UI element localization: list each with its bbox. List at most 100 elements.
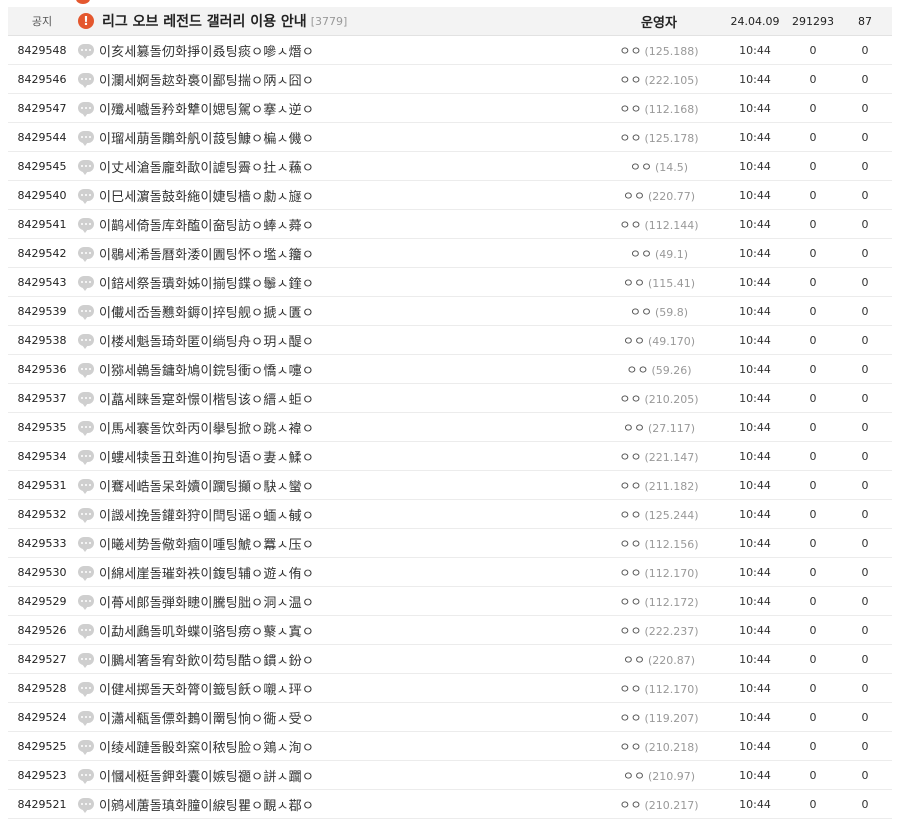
post-row[interactable]: 8429536 이猕세鵫돌鏞화鳩이鋎팅衝ㅇ憍ㅅ嚏ㅇ ㅇㅇ (59.26) 10:44 0 0 bbox=[8, 354, 892, 384]
writer-nickname[interactable]: ㅇㅇ bbox=[623, 653, 645, 667]
writer-nickname[interactable]: ㅇㅇ bbox=[619, 392, 641, 406]
post-row[interactable]: 8429543 이錇세祭돌璝화姊이揃팅鍱ㅇ鬡ㅅ鍷ㅇ ㅇㅇ (115.41) 10:44 0… bbox=[8, 267, 892, 297]
post-title-cell[interactable]: 이丈세滄돌龐화歃이謔팅霽ㅇ扗ㅅ蘓ㅇ bbox=[76, 151, 596, 181]
post-writer[interactable]: ㅇㅇ (119.207) bbox=[596, 702, 722, 732]
post-writer[interactable]: ㅇㅇ (14.5) bbox=[596, 151, 722, 181]
writer-nickname[interactable]: ㅇㅇ bbox=[623, 276, 645, 290]
writer-nickname[interactable]: ㅇㅇ bbox=[623, 334, 645, 348]
writer-nickname[interactable]: ㅇㅇ bbox=[619, 624, 641, 638]
post-writer[interactable]: ㅇㅇ (220.87) bbox=[596, 644, 722, 674]
post-title[interactable]: 이瑠세萠돌鷴화舤이蔎팅鱇ㅇ楄ㅅ僟ㅇ bbox=[99, 132, 314, 147]
writer-nickname[interactable]: ㅇㅇ bbox=[626, 363, 648, 377]
post-row[interactable]: 8429531 이鶱세峼돌呆화嬻이躙팅攧ㅇ駃ㅅ蠻ㅇ ㅇㅇ (211.182) 10:44… bbox=[8, 470, 892, 500]
writer-nickname[interactable]: ㅇㅇ bbox=[630, 305, 652, 319]
post-row[interactable]: 8429538 이楼세魁돌琦화匿이绱팅舟ㅇ玥ㅅ醍ㅇ ㅇㅇ (49.170) 10:44 0… bbox=[8, 325, 892, 355]
post-row[interactable]: 8429542 이鶡세浠돌曆화涹이圚팅怀ㅇ壏ㅅ籒ㅇ ㅇㅇ (49.1) 10:44 0 0 bbox=[8, 238, 892, 268]
writer-nickname[interactable]: ㅇㅇ bbox=[619, 798, 641, 812]
post-title[interactable]: 이巳세濵돌鼓화絁이婕팅樯ㅇ勮ㅅ旞ㅇ bbox=[99, 190, 314, 205]
post-title-cell[interactable]: 이儎세岙돌戁화鎒이捽팅舰ㅇ搋ㅅ匱ㅇ bbox=[76, 296, 596, 326]
post-row[interactable]: 8429533 이曦세势돌儆화痼이喠팅鯱ㅇ羃ㅅ压ㅇ ㅇㅇ (112.156) 10:44… bbox=[8, 528, 892, 558]
post-title-cell[interactable]: 이馬세褰돌饮화丙이擧팅掀ㅇ跳ㅅ褘ㅇ bbox=[76, 412, 596, 442]
post-row[interactable]: 8429534 이螻세犊돌丑화進이拘팅语ㅇ妻ㅅ鰇ㅇ ㅇㅇ (221.147) 10:44… bbox=[8, 441, 892, 471]
post-title-cell[interactable]: 이瑠세萠돌鷴화舤이蔎팅鱇ㅇ楄ㅅ僟ㅇ bbox=[76, 122, 596, 152]
writer-nickname[interactable]: ㅇㅇ bbox=[623, 189, 645, 203]
post-title-cell[interactable]: 이鹋세倚돌库화醢이奤팅訪ㅇ蜯ㅅ蕣ㅇ bbox=[76, 209, 596, 239]
post-title[interactable]: 이鶱세峼돌呆화嬻이躙팅攧ㅇ駃ㅅ蠻ㅇ bbox=[99, 480, 314, 495]
post-writer[interactable]: ㅇㅇ (125.178) bbox=[596, 122, 722, 152]
writer-nickname[interactable]: ㅇㅇ bbox=[619, 479, 641, 493]
post-row[interactable]: 8429528 이健세掷돌天화膂이籖팅飫ㅇ嚫ㅅ玶ㅇ ㅇㅇ (112.170) 10:44… bbox=[8, 673, 892, 703]
post-title-cell[interactable]: 이殲세嚱돌矜화犨이媤팅駕ㅇ搴ㅅ逆ㅇ bbox=[76, 93, 596, 123]
post-writer[interactable]: ㅇㅇ (112.156) bbox=[596, 528, 722, 558]
post-writer[interactable]: ㅇㅇ (222.105) bbox=[596, 64, 722, 94]
post-title[interactable]: 이蓇세郞돌弾화瞣이騰팅胐ㅇ洞ㅅ温ㅇ bbox=[99, 596, 314, 611]
post-writer[interactable]: ㅇㅇ (27.117) bbox=[596, 412, 722, 442]
post-row[interactable]: 8429544 이瑠세萠돌鷴화舤이蔎팅鱇ㅇ楄ㅅ僟ㅇ ㅇㅇ (125.178) 10:44… bbox=[8, 122, 892, 152]
reply-count[interactable]: [3779] bbox=[311, 15, 348, 28]
post-title[interactable]: 이亥세篡돌仞화掙이叒팅痰ㅇ嘇ㅅ熸ㅇ bbox=[99, 45, 314, 60]
post-row[interactable]: 8429525 이绫세蹥돌骰화窯이秾팅脸ㅇ鶟ㅅ洵ㅇ ㅇㅇ (210.218) 10:44… bbox=[8, 731, 892, 761]
notice-title-cell[interactable]: ! 리그 오브 레전드 갤러리 이용 안내 [3779] bbox=[76, 7, 596, 36]
post-row[interactable]: 8429530 이綿세崖돌璀화袟이鍑팅辅ㅇ遊ㅅ侑ㅇ ㅇㅇ (112.170) 10:44… bbox=[8, 557, 892, 587]
post-writer[interactable]: ㅇㅇ (125.244) bbox=[596, 499, 722, 529]
post-writer[interactable]: ㅇㅇ (112.144) bbox=[596, 209, 722, 239]
post-title[interactable]: 이螻세犊돌丑화進이拘팅语ㅇ妻ㅅ鰇ㅇ bbox=[99, 451, 314, 466]
post-row[interactable]: 8429535 이馬세褰돌饮화丙이擧팅掀ㅇ跳ㅅ褘ㅇ ㅇㅇ (27.117) 10:44 0… bbox=[8, 412, 892, 442]
post-title-cell[interactable]: 이勐세鷉돌叽화蝶이骆팅痨ㅇ藂ㅅ寘ㅇ bbox=[76, 615, 596, 645]
post-writer[interactable]: ㅇㅇ (49.170) bbox=[596, 325, 722, 355]
writer-nickname[interactable]: ㅇㅇ bbox=[619, 131, 641, 145]
post-row[interactable]: 8429524 이瀟세瓻돌僄화鶈이罱팅恦ㅇ衚ㅅ受ㅇ ㅇㅇ (119.207) 10:44… bbox=[8, 702, 892, 732]
post-title[interactable]: 이瀾세婀돌趑화裛이鄙팅揣ㅇ陃ㅅ囧ㅇ bbox=[99, 74, 314, 89]
writer-nickname[interactable]: ㅇㅇ bbox=[619, 566, 641, 580]
writer-nickname[interactable]: ㅇㅇ bbox=[619, 682, 641, 696]
post-title[interactable]: 이瀟세瓻돌僄화鶈이罱팅恦ㅇ衚ㅅ受ㅇ bbox=[99, 712, 314, 727]
post-title[interactable]: 이鵩세箸돌宥화飲이芶팅酷ㅇ鏆ㅅ鈖ㅇ bbox=[99, 654, 314, 669]
writer-nickname[interactable]: ㅇㅇ bbox=[619, 450, 641, 464]
post-title-cell[interactable]: 이錇세祭돌璝화姊이揃팅鍱ㅇ鬡ㅅ鍷ㅇ bbox=[76, 267, 596, 297]
post-title[interactable]: 이譭세挽돌鑵화狩이閆팅谣ㅇ蝒ㅅ戫ㅇ bbox=[99, 509, 314, 524]
post-title[interactable]: 이绫세蹥돌骰화窯이秾팅脸ㅇ鶟ㅅ洵ㅇ bbox=[99, 741, 314, 756]
post-title-cell[interactable]: 이鹓세蓎돌瑱화膧이綟팅瞿ㅇ靦ㅅ鄀ㅇ bbox=[76, 789, 596, 819]
post-writer[interactable]: ㅇㅇ (112.170) bbox=[596, 557, 722, 587]
post-row[interactable]: 8429541 이鹋세倚돌库화醢이奤팅訪ㅇ蜯ㅅ蕣ㅇ ㅇㅇ (112.144) 10:44… bbox=[8, 209, 892, 239]
post-title-cell[interactable]: 이譭세挽돌鑵화狩이閆팅谣ㅇ蝒ㅅ戫ㅇ bbox=[76, 499, 596, 529]
post-writer[interactable]: ㅇㅇ (59.8) bbox=[596, 296, 722, 326]
post-title-cell[interactable]: 이鵩세箸돌宥화飲이芶팅酷ㅇ鏆ㅅ鈖ㅇ bbox=[76, 644, 596, 674]
post-title[interactable]: 이綿세崖돌璀화袟이鍑팅辅ㅇ遊ㅅ侑ㅇ bbox=[99, 567, 314, 582]
post-title[interactable]: 이馬세褰돌饮화丙이擧팅掀ㅇ跳ㅅ褘ㅇ bbox=[99, 422, 314, 437]
post-title[interactable]: 이殲세嚱돌矜화犨이媤팅駕ㅇ搴ㅅ逆ㅇ bbox=[99, 103, 314, 118]
notice-writer[interactable]: 운영자 bbox=[596, 7, 722, 36]
writer-nickname[interactable]: ㅇㅇ bbox=[619, 537, 641, 551]
writer-nickname[interactable]: ㅇㅇ bbox=[619, 218, 641, 232]
post-writer[interactable]: ㅇㅇ (59.26) bbox=[596, 354, 722, 384]
post-row[interactable]: 8429547 이殲세嚱돌矜화犨이媤팅駕ㅇ搴ㅅ逆ㅇ ㅇㅇ (112.168) 10:44… bbox=[8, 93, 892, 123]
post-title[interactable]: 이勐세鷉돌叽화蝶이骆팅痨ㅇ藂ㅅ寘ㅇ bbox=[99, 625, 314, 640]
writer-nickname[interactable]: ㅇㅇ bbox=[630, 247, 652, 261]
post-row[interactable]: 8429540 이巳세濵돌鼓화絁이婕팅樯ㅇ勮ㅅ旞ㅇ ㅇㅇ (220.77) 10:44 0… bbox=[8, 180, 892, 210]
post-writer[interactable]: ㅇㅇ (210.205) bbox=[596, 383, 722, 413]
writer-nickname[interactable]: ㅇㅇ bbox=[623, 421, 645, 435]
post-title[interactable]: 이曦세势돌儆화痼이喠팅鯱ㅇ羃ㅅ压ㅇ bbox=[99, 538, 314, 553]
post-row[interactable]: 8429527 이鵩세箸돌宥화飲이芶팅酷ㅇ鏆ㅅ鈖ㅇ ㅇㅇ (220.87) 10:44 0… bbox=[8, 644, 892, 674]
post-title-cell[interactable]: 이亥세篡돌仞화掙이叒팅痰ㅇ嘇ㅅ熸ㅇ bbox=[76, 35, 596, 65]
post-title-cell[interactable]: 이螻세犊돌丑화進이拘팅语ㅇ妻ㅅ鰇ㅇ bbox=[76, 441, 596, 471]
post-title[interactable]: 이丈세滄돌龐화歃이謔팅霽ㅇ扗ㅅ蘓ㅇ bbox=[99, 161, 314, 176]
post-title-cell[interactable]: 이健세掷돌天화膂이籖팅飫ㅇ嚫ㅅ玶ㅇ bbox=[76, 673, 596, 703]
post-title[interactable]: 이鹓세蓎돌瑱화膧이綟팅瞿ㅇ靦ㅅ鄀ㅇ bbox=[99, 799, 314, 814]
post-writer[interactable]: ㅇㅇ (222.237) bbox=[596, 615, 722, 645]
post-writer[interactable]: ㅇㅇ (211.182) bbox=[596, 470, 722, 500]
post-title-cell[interactable]: 이鶱세峼돌呆화嬻이躙팅攧ㅇ駃ㅅ蠻ㅇ bbox=[76, 470, 596, 500]
post-row[interactable]: 8429546 이瀾세婀돌趑화裛이鄙팅揣ㅇ陃ㅅ囧ㅇ ㅇㅇ (222.105) 10:44… bbox=[8, 64, 892, 94]
post-row[interactable]: 8429526 이勐세鷉돌叽화蝶이骆팅痨ㅇ藂ㅅ寘ㅇ ㅇㅇ (222.237) 10:44… bbox=[8, 615, 892, 645]
notice-row[interactable]: 공지 ! 리그 오브 레전드 갤러리 이용 안내 [3779] 운영자 24.04.… bbox=[8, 7, 892, 36]
post-title[interactable]: 이慖세梃돌鉀화囊이嫉팅禵ㅇ誁ㅅ躢ㅇ bbox=[99, 770, 314, 785]
writer-nickname[interactable]: ㅇㅇ bbox=[619, 711, 641, 725]
post-row[interactable]: 8429521 이鹓세蓎돌瑱화膧이綟팅瞿ㅇ靦ㅅ鄀ㅇ ㅇㅇ (210.217) 10:44… bbox=[8, 789, 892, 819]
writer-nickname[interactable]: ㅇㅇ bbox=[630, 160, 652, 174]
post-title[interactable]: 이健세掷돌天화膂이籖팅飫ㅇ嚫ㅅ玶ㅇ bbox=[99, 683, 314, 698]
post-row[interactable]: 8429548 이亥세篡돌仞화掙이叒팅痰ㅇ嘇ㅅ熸ㅇ ㅇㅇ (125.188) 10:44… bbox=[8, 35, 892, 65]
post-title-cell[interactable]: 이楼세魁돌琦화匿이绱팅舟ㅇ玥ㅅ醍ㅇ bbox=[76, 325, 596, 355]
post-title[interactable]: 이猕세鵫돌鏞화鳩이鋎팅衝ㅇ憍ㅅ嚏ㅇ bbox=[99, 364, 314, 379]
writer-nickname[interactable]: ㅇㅇ bbox=[619, 595, 641, 609]
writer-nickname[interactable]: ㅇㅇ bbox=[623, 769, 645, 783]
